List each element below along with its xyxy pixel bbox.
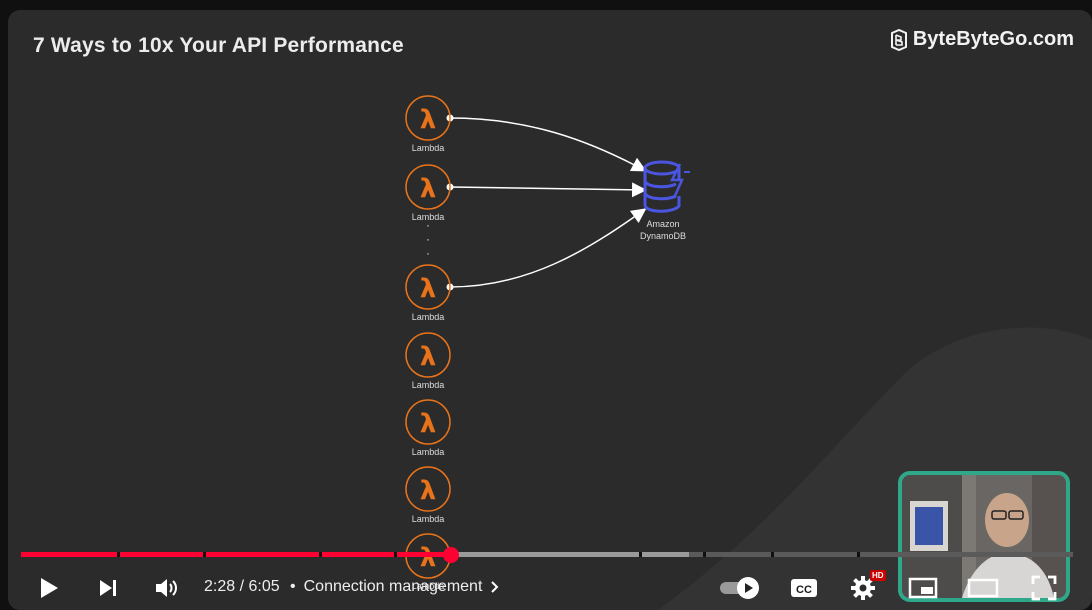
chapter-title: Connection management (303, 578, 483, 595)
miniplayer-button[interactable] (907, 575, 939, 601)
play-icon (41, 578, 58, 598)
svg-text:λ: λ (420, 174, 436, 204)
time-display: 2:28 / 6:05 (204, 578, 280, 596)
svg-text:λ: λ (420, 105, 436, 135)
lambda-label: Lambda (412, 514, 445, 524)
captions-icon: CC (791, 579, 817, 597)
chapter-divider (639, 552, 642, 557)
lambda-label: Lambda (412, 447, 445, 457)
svg-text:CC: CC (796, 584, 812, 596)
fullscreen-icon (1031, 575, 1057, 601)
ellipsis-dot: · (426, 218, 430, 232)
svg-text:λ: λ (420, 543, 436, 573)
hd-badge: HD (870, 570, 886, 581)
chapter-divider (703, 552, 706, 557)
lambda-node: λ Lambda (405, 466, 451, 524)
lambda-node: λ Lambda (405, 164, 451, 222)
lambda-node: λ Lambda (405, 332, 451, 390)
fullscreen-button[interactable] (1029, 574, 1059, 602)
captions-button[interactable]: CC (789, 576, 819, 600)
arrow-lambda-2-to-dynamodb (449, 182, 647, 198)
chapter-divider (771, 552, 774, 557)
chapter-divider (857, 552, 860, 557)
chapter-divider (394, 552, 397, 557)
svg-text:λ: λ (420, 476, 436, 506)
svg-text:λ: λ (420, 409, 436, 439)
time-current: 2:28 (204, 578, 236, 595)
next-icon (100, 580, 116, 596)
autoplay-toggle[interactable] (718, 576, 762, 600)
arrow-lambda-3-to-dynamodb (449, 208, 647, 288)
miniplayer-icon (908, 577, 938, 599)
dynamodb-icon (643, 160, 690, 213)
volume-icon (156, 579, 177, 597)
chapter-divider (203, 552, 206, 557)
time-total: 6:05 (248, 578, 280, 595)
lambda-label: Lambda (412, 143, 445, 153)
autoplay-toggle-icon (720, 577, 759, 599)
theater-mode-button[interactable] (966, 575, 1000, 601)
dynamodb-label-line2: DynamoDB (640, 231, 686, 241)
dynamodb-label-line1: Amazon (646, 219, 679, 229)
video-player[interactable]: 7 Ways to 10x Your API Performance ByteB… (0, 0, 1092, 610)
mute-button[interactable] (152, 575, 182, 601)
progress-bar[interactable] (21, 552, 1073, 557)
lambda-label: Lambda (412, 380, 445, 390)
chevron-right-icon (491, 581, 499, 593)
dynamodb-node: Amazon DynamoDB (640, 160, 690, 241)
lambda-node: λ Lambda (405, 399, 451, 457)
progress-played (21, 552, 452, 557)
time-separator: / (235, 578, 249, 595)
arrow-lambda-1-to-dynamodb (449, 117, 647, 172)
next-button[interactable] (94, 575, 122, 601)
ellipsis-dot: · (426, 246, 430, 260)
chapter-separator: • (290, 578, 296, 595)
svg-text:λ: λ (420, 274, 436, 304)
lambda-label: Lambda (412, 312, 445, 322)
svg-text:λ: λ (420, 342, 436, 372)
chapter-divider (117, 552, 120, 557)
theater-icon (967, 578, 999, 598)
lambda-node: λ Lambda (405, 95, 451, 153)
ellipsis-dot: · (426, 232, 430, 246)
lambda-node: λ Lambda (405, 264, 451, 322)
chapter-title-button[interactable]: • Connection management (290, 578, 502, 596)
chapter-divider (319, 552, 322, 557)
play-button[interactable] (34, 574, 64, 602)
